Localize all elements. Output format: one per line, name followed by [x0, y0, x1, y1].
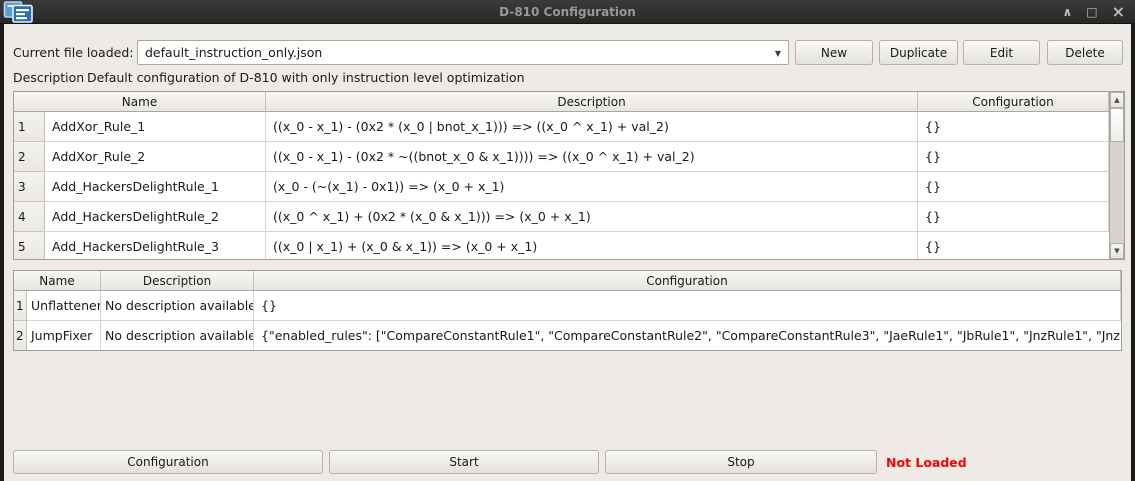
rules-header-description[interactable]: Description: [266, 92, 918, 112]
instruction-rules-table: Name Description Configuration 1 AddXor_…: [13, 91, 1125, 260]
blocks-header-description[interactable]: Description: [101, 271, 254, 291]
scrollbar-thumb[interactable]: [1110, 108, 1124, 142]
file-select-value: default_instruction_only.json: [145, 45, 322, 60]
block-name[interactable]: JumpFixer: [27, 321, 101, 351]
rule-name[interactable]: Add_HackersDelightRule_2: [45, 202, 266, 232]
description-label: Description: [13, 70, 84, 85]
row-number[interactable]: 3: [14, 172, 45, 202]
rule-description[interactable]: ((x_0 ^ x_1) + (0x2 * (x_0 & x_1))) => (…: [266, 202, 918, 232]
scroll-down-icon[interactable]: ▼: [1110, 243, 1124, 259]
row-number[interactable]: 5: [14, 232, 45, 260]
stop-button[interactable]: Stop: [605, 450, 877, 474]
rule-description[interactable]: ((x_0 | x_1) + (x_0 & x_1)) => (x_0 + x_…: [266, 232, 918, 260]
rule-configuration[interactable]: {}: [918, 112, 1109, 142]
configuration-button[interactable]: Configuration: [13, 450, 323, 474]
row-number[interactable]: 1: [14, 112, 45, 142]
rule-configuration[interactable]: {}: [918, 172, 1109, 202]
chevron-down-icon: ▼: [775, 49, 781, 58]
rules-header-configuration[interactable]: Configuration: [918, 92, 1109, 112]
row-number[interactable]: 2: [14, 142, 45, 172]
minimize-icon[interactable]: ∧: [1063, 0, 1073, 24]
rule-name[interactable]: Add_HackersDelightRule_3: [45, 232, 266, 260]
block-name[interactable]: Unflattener: [27, 291, 101, 321]
block-description[interactable]: No description available: [101, 291, 254, 321]
block-configuration[interactable]: {}: [254, 291, 1121, 321]
rule-configuration[interactable]: {}: [918, 142, 1109, 172]
block-optimizers-table: Name Description Configuration 1 Unflatt…: [13, 270, 1122, 351]
window-border-left: [0, 24, 4, 481]
delete-button[interactable]: Delete: [1047, 40, 1123, 65]
current-file-label: Current file loaded:: [13, 45, 133, 60]
d810-configuration-window: D-810 Configuration ∧ □ × Current file l…: [0, 0, 1135, 481]
rule-name[interactable]: Add_HackersDelightRule_1: [45, 172, 266, 202]
rule-configuration[interactable]: {}: [918, 232, 1109, 260]
duplicate-button[interactable]: Duplicate: [879, 40, 958, 65]
row-number[interactable]: 2: [14, 321, 27, 351]
rule-configuration[interactable]: {}: [918, 202, 1109, 232]
blocks-header-configuration[interactable]: Configuration: [254, 271, 1121, 291]
title-bar: D-810 Configuration ∧ □ ×: [0, 0, 1135, 24]
rule-description[interactable]: (x_0 - (~(x_1) - 0x1)) => (x_0 + x_1): [266, 172, 918, 202]
rules-table-scrollbar[interactable]: ▲ ▼: [1109, 92, 1124, 259]
rule-name[interactable]: AddXor_Rule_2: [45, 142, 266, 172]
edit-button[interactable]: Edit: [963, 40, 1040, 65]
row-number[interactable]: 4: [14, 202, 45, 232]
row-number[interactable]: 1: [14, 291, 27, 321]
rule-description[interactable]: ((x_0 - x_1) - (0x2 * (x_0 | bnot_x_1)))…: [266, 112, 918, 142]
window-border-right: [1131, 24, 1135, 481]
scroll-up-icon[interactable]: ▲: [1110, 92, 1124, 108]
rules-header-name[interactable]: Name: [14, 92, 266, 112]
window-title: D-810 Configuration: [0, 5, 1135, 19]
window-controls: ∧ □ ×: [1063, 0, 1126, 24]
rule-name[interactable]: AddXor_Rule_1: [45, 112, 266, 142]
blocks-header-name[interactable]: Name: [14, 271, 101, 291]
description-value: Default configuration of D-810 with only…: [87, 70, 525, 85]
file-select[interactable]: default_instruction_only.json ▼: [137, 40, 789, 65]
close-icon[interactable]: ×: [1112, 0, 1125, 24]
rule-description[interactable]: ((x_0 - x_1) - (0x2 * ~((bnot_x_0 & x_1)…: [266, 142, 918, 172]
new-button[interactable]: New: [795, 40, 873, 65]
maximize-icon[interactable]: □: [1086, 0, 1097, 24]
block-configuration[interactable]: {"enabled_rules": ["CompareConstantRule1…: [254, 321, 1121, 351]
block-description[interactable]: No description available: [101, 321, 254, 351]
status-badge: Not Loaded: [886, 455, 967, 470]
start-button[interactable]: Start: [329, 450, 599, 474]
